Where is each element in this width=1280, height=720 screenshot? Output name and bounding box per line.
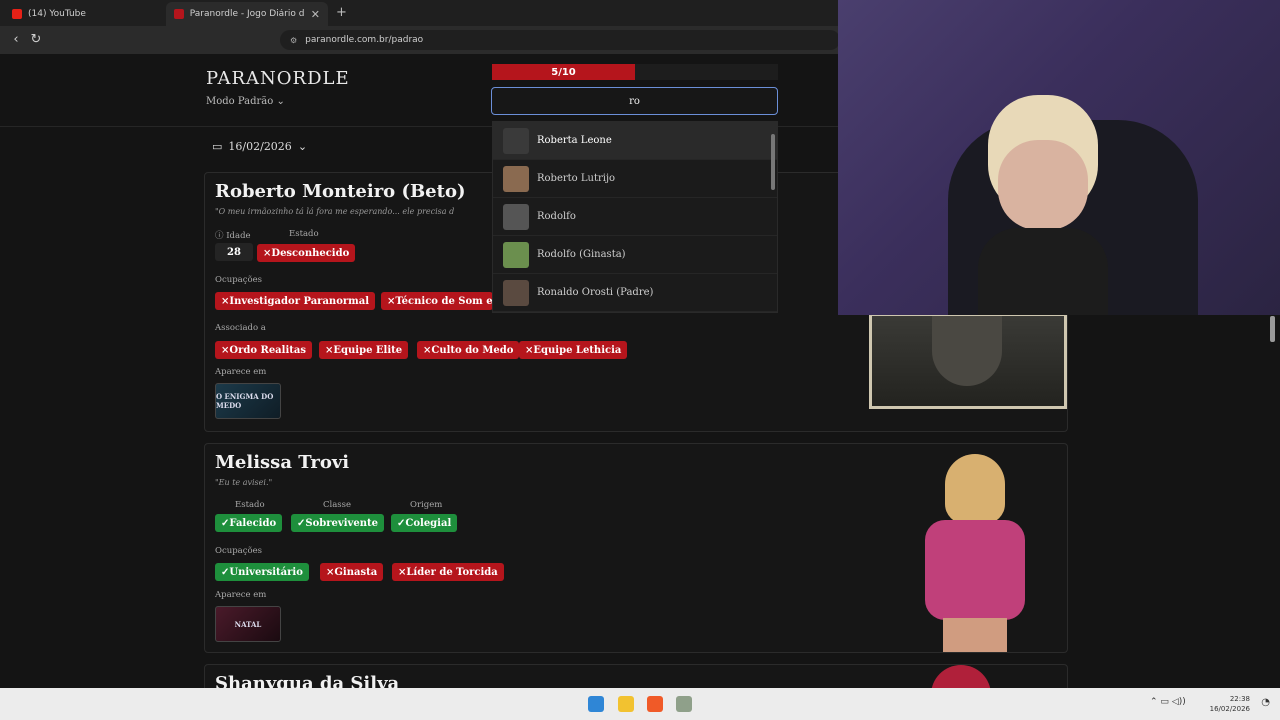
estado-tag: ✓ Falecido [215, 514, 283, 532]
date-label: 16/02/2026 [228, 140, 292, 153]
associado-tag: × Culto do Medo [417, 341, 520, 359]
character-quote: "O meu irmãozinho tá lá fora me esperand… [215, 207, 455, 216]
character-portrait [869, 313, 1067, 409]
file-explorer-icon[interactable] [618, 696, 634, 712]
taskbar: ⌃ ▭ ◁)) 22:38 16/02/2026 ◔ [0, 688, 1280, 720]
tab-label: (14) YouTube [28, 9, 86, 19]
guess-input[interactable]: ro [491, 87, 778, 115]
classe-label: Classe [323, 500, 352, 510]
portrait-jacket-shape [925, 520, 1025, 620]
webcam-person-shirt [978, 228, 1108, 315]
dropdown-scrollbar[interactable] [771, 134, 775, 190]
ocupacoes-label: Ocupações [215, 275, 262, 285]
tab-youtube[interactable]: (14) YouTube [4, 2, 164, 26]
logo[interactable]: PARANORDLE [206, 68, 350, 89]
site-info-icon[interactable]: ⚙ [290, 36, 297, 45]
ocupacao-tag: ✓ Universitário [215, 563, 309, 581]
character-portrait [895, 450, 1065, 652]
system-tray-icons[interactable]: ⌃ ▭ ◁)) [1150, 697, 1186, 707]
windows-start-icon[interactable] [588, 696, 604, 712]
mode-label: Modo Padrão [206, 96, 274, 107]
progress-fill: 5/10 [492, 64, 635, 80]
url-text: paranordle.com.br/padrao [305, 35, 424, 45]
clock[interactable]: 22:38 16/02/2026 [1210, 694, 1250, 714]
option-rodolfo-ginasta[interactable]: Rodolfo (Ginasta) [493, 236, 777, 274]
mode-selector[interactable]: Modo Padrão ⌄ [206, 96, 285, 107]
progress-bar: 5/10 [492, 64, 778, 80]
tab-label: Paranordle - Jogo Diário de Ord [189, 9, 305, 19]
ocupacao-tag: × Investigador Paranormal [215, 292, 375, 310]
notification-icon[interactable]: ◔ [1261, 697, 1270, 708]
clock-date: 16/02/2026 [1209, 705, 1250, 713]
paranordle-favicon-icon [174, 9, 184, 19]
option-roberta-leone[interactable]: Roberta Leone [493, 122, 777, 160]
option-ronaldo-orosti[interactable]: Ronaldo Orosti (Padre) [493, 274, 777, 312]
brave-browser-icon[interactable] [647, 696, 663, 712]
ocupacao-tag: × Líder de Torcida [392, 563, 504, 581]
progress-label: 5/10 [551, 66, 576, 78]
avatar [503, 279, 529, 306]
aparece-label: Aparece em [215, 367, 267, 377]
character-portrait [931, 665, 991, 688]
character-name: Shanyqua da Silva [215, 673, 400, 688]
portrait-skin-shape [943, 618, 1007, 652]
back-icon[interactable]: ‹ [8, 32, 24, 48]
option-label: Rodolfo [537, 211, 576, 222]
app-icon[interactable] [676, 696, 692, 712]
tab-paranordle[interactable]: Paranordle - Jogo Diário de Ord ✕ [166, 2, 328, 26]
option-label: Roberto Lutrijo [537, 173, 616, 184]
origem-label: Origem [410, 500, 443, 510]
calendar-icon: ▭ [212, 140, 223, 153]
ocupacoes-label: Ocupações [215, 546, 262, 556]
estado-label: Estado [235, 500, 265, 510]
idade-label: ⓘ Idade [215, 231, 251, 241]
url-field[interactable]: ⚙ paranordle.com.br/padrao [280, 30, 840, 50]
youtube-icon [12, 9, 22, 19]
classe-tag: ✓ Sobrevivente [291, 514, 384, 532]
guess-value: ro [629, 95, 640, 107]
avatar [503, 127, 529, 154]
origem-tag: ✓ Colegial [391, 514, 458, 532]
estado-tag: × Desconhecido [257, 244, 356, 262]
associado-tag: × Equipe Lethicia [519, 341, 628, 359]
associado-tag: × Equipe Elite [319, 341, 409, 359]
option-roberto-lutrijo[interactable]: Roberto Lutrijo [493, 160, 777, 198]
guess-card-melissa: Melissa Trovi "Eu te avisei." Estado Cla… [204, 443, 1068, 653]
autocomplete-dropdown: Roberta Leone Roberto Lutrijo Rodolfo Ro… [492, 121, 778, 313]
option-rodolfo[interactable]: Rodolfo [493, 198, 777, 236]
ocupacao-tag: × Ginasta [320, 563, 384, 581]
character-name: Melissa Trovi [215, 452, 350, 473]
option-label: Roberta Leone [537, 135, 612, 146]
idade-value: 28 [215, 243, 253, 261]
new-tab-button[interactable]: + [336, 5, 347, 20]
option-label: Rodolfo (Ginasta) [537, 249, 626, 260]
aparece-thumbnail: O ENIGMA DO MEDO [215, 383, 281, 419]
portrait-face-shape [932, 316, 1002, 386]
chevron-down-icon: ⌄ [276, 96, 285, 107]
aparece-label: Aparece em [215, 590, 267, 600]
avatar [503, 241, 529, 268]
page-scrollbar[interactable] [1270, 316, 1275, 342]
avatar [503, 203, 529, 230]
reload-icon[interactable]: ↻ [28, 32, 44, 48]
close-tab-icon[interactable]: ✕ [311, 8, 320, 21]
associado-label: Associado a [215, 323, 266, 333]
webcam-overlay [838, 0, 1280, 315]
chevron-down-icon: ⌄ [297, 140, 308, 153]
clock-time: 22:38 [1229, 695, 1250, 703]
date-selector[interactable]: ▭ 16/02/2026 ⌄ [212, 140, 307, 153]
character-quote: "Eu te avisei." [215, 478, 273, 487]
character-name: Roberto Monteiro (Beto) [215, 181, 466, 202]
option-label: Ronaldo Orosti (Padre) [537, 287, 654, 298]
aparece-thumbnail: NATAL [215, 606, 281, 642]
webcam-person-face [998, 140, 1088, 230]
estado-label: Estado [289, 229, 319, 239]
avatar [503, 165, 529, 192]
portrait-hair-shape [945, 454, 1005, 524]
ocupacao-tag: × Técnico de Som e A [381, 292, 493, 310]
guess-card-next: Shanyqua da Silva [204, 664, 1068, 688]
associado-tag: × Ordo Realitas [215, 341, 312, 359]
